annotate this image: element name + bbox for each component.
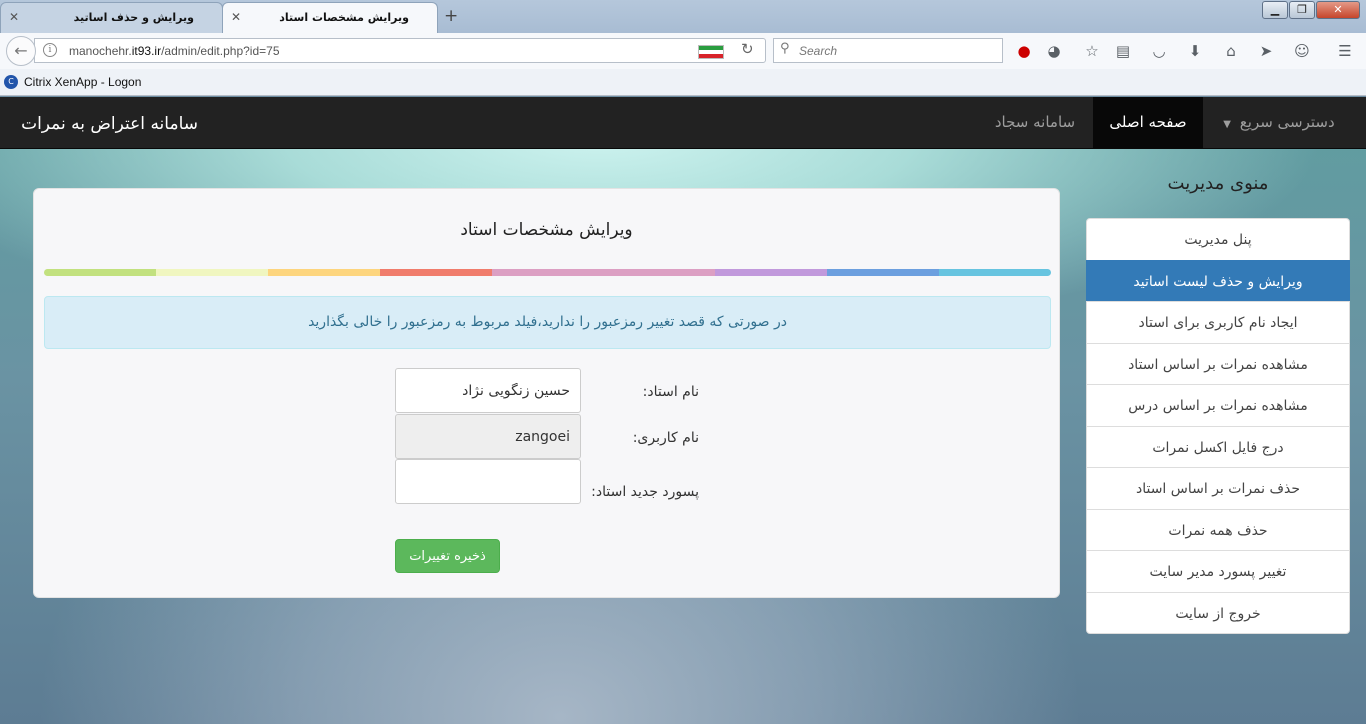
admin-menu-item[interactable]: ایجاد نام کاربری برای استاد xyxy=(1086,301,1350,344)
info-alert: در صورتی که قصد تغییر رمزعبور را ندارید،… xyxy=(44,296,1051,349)
home-icon[interactable]: ⌂ xyxy=(1221,41,1241,61)
url-bar[interactable]: i manochehr.it93.ir/admin/edit.php?id=75… xyxy=(34,38,766,63)
admin-menu-item[interactable]: تغییر پسورد مدیر سایت xyxy=(1086,550,1350,593)
nav-quick-access[interactable]: دسترسی سریع ▼ xyxy=(1204,97,1354,148)
citrix-icon: C xyxy=(4,75,18,89)
url-host: it93.ir xyxy=(131,44,162,58)
download-icon[interactable]: ⬇ xyxy=(1185,41,1205,61)
close-window-button[interactable]: ✕ xyxy=(1316,1,1360,19)
send-icon[interactable]: ➤ xyxy=(1256,41,1276,61)
username-label: نام کاربری: xyxy=(632,430,699,446)
admin-menu-item[interactable]: مشاهده نمرات بر اساس استاد xyxy=(1086,342,1350,385)
tab-title: ویرایش مشخصات استاد xyxy=(279,11,409,24)
menu-icon[interactable]: ☰ xyxy=(1335,41,1355,61)
color-divider xyxy=(44,269,1051,276)
minimize-button[interactable]: ▁ xyxy=(1262,1,1288,19)
edit-teacher-panel: ویرایش مشخصات استاد در صورتی که قصد تغیی… xyxy=(33,188,1060,598)
nav-home[interactable]: صفحه اصلی xyxy=(1093,97,1203,148)
maximize-button[interactable]: ❐ xyxy=(1289,1,1315,19)
nav-home-label: صفحه اصلی xyxy=(1109,113,1187,131)
admin-menu-item[interactable]: حذف نمرات بر اساس استاد xyxy=(1086,467,1350,510)
teacher-name-input[interactable] xyxy=(395,368,581,413)
nav-quick-access-label: دسترسی سریع xyxy=(1239,113,1335,131)
color-divider-segment xyxy=(379,269,492,276)
back-arrow-icon: ← xyxy=(14,41,28,60)
star-icon[interactable]: ☆ xyxy=(1082,41,1102,61)
username-input[interactable] xyxy=(395,414,581,459)
color-divider-segment xyxy=(827,269,940,276)
close-tab-icon[interactable]: ✕ xyxy=(231,10,241,24)
reload-icon[interactable]: ↻ xyxy=(741,40,754,58)
record-icon[interactable]: ● xyxy=(1014,41,1034,61)
panel-title: ویرایش مشخصات استاد xyxy=(460,220,633,240)
new-tab-icon[interactable]: + xyxy=(444,6,458,26)
page-body: سامانه اعتراض به نمرات دسترسی سریع ▼ صفح… xyxy=(0,97,1366,724)
admin-menu-item[interactable]: خروج از سایت xyxy=(1086,591,1350,634)
addon-icon[interactable]: ◕ xyxy=(1044,41,1064,61)
tab-title: ویرایش و حذف اساتید xyxy=(73,11,194,24)
url-text[interactable]: manochehr.it93.ir/admin/edit.php?id=75 xyxy=(69,44,280,58)
tab-edit-teacher[interactable]: ویرایش مشخصات استاد ✕ xyxy=(222,2,438,33)
reading-list-icon[interactable]: ▤ xyxy=(1113,41,1133,61)
search-icon: ⚲ xyxy=(780,41,790,56)
close-tab-icon[interactable]: ✕ xyxy=(9,10,19,24)
admin-menu-item[interactable]: پنل مدیریت xyxy=(1086,218,1350,261)
back-button[interactable]: ← xyxy=(6,36,36,66)
admin-menu-item[interactable]: مشاهده نمرات بر اساس درس xyxy=(1086,384,1350,427)
admin-menu-item[interactable]: ویرایش و حذف لیست اساتید xyxy=(1086,259,1350,302)
browser-navbar: i manochehr.it93.ir/admin/edit.php?id=75… xyxy=(0,33,1366,69)
bookmark-citrix[interactable]: Citrix XenApp - Logon xyxy=(24,75,141,89)
info-icon[interactable]: i xyxy=(43,43,57,57)
teacher-name-label: نام استاد: xyxy=(642,384,699,400)
site-navbar: سامانه اعتراض به نمرات دسترسی سریع ▼ صفح… xyxy=(0,97,1366,149)
save-changes-button[interactable]: ذخیره تغییرات xyxy=(395,539,500,573)
browser-titlebar: ویرایش و حذف اساتید ✕ ویرایش مشخصات استا… xyxy=(0,0,1366,33)
search-placeholder: Search xyxy=(799,44,838,58)
new-password-input[interactable] xyxy=(395,459,581,504)
color-divider-segment xyxy=(44,269,156,276)
url-prefix: manochehr. xyxy=(69,44,132,58)
admin-menu: پنل مدیریت ویرایش و حذف لیست اساتید ایجاد … xyxy=(1086,218,1350,634)
color-divider-segment xyxy=(155,269,268,276)
new-password-label: پسورد جدید استاد: xyxy=(591,484,699,500)
color-divider-segment xyxy=(491,269,716,276)
url-path: /admin/edit.php?id=75 xyxy=(161,44,280,58)
admin-menu-item[interactable]: درج فایل اکسل نمرات xyxy=(1086,425,1350,468)
nav-sajad[interactable]: سامانه سجاد xyxy=(978,97,1092,148)
bookmarks-bar: C Citrix XenApp - Logon xyxy=(0,69,1366,96)
pocket-icon[interactable]: ◡ xyxy=(1149,41,1169,61)
nav-sajad-label: سامانه سجاد xyxy=(994,113,1076,131)
site-brand[interactable]: سامانه اعتراض به نمرات xyxy=(21,114,198,134)
color-divider-segment xyxy=(715,269,828,276)
admin-menu-title: منوی مدیریت xyxy=(1167,173,1269,194)
color-divider-segment xyxy=(939,269,1051,276)
color-divider-segment xyxy=(267,269,380,276)
search-bar[interactable]: ⚲ Search xyxy=(773,38,1003,63)
smiley-icon[interactable]: ☺ xyxy=(1292,41,1312,61)
iran-flag-icon xyxy=(698,45,724,59)
caret-down-icon: ▼ xyxy=(1223,119,1231,130)
tab-teachers-list[interactable]: ویرایش و حذف اساتید ✕ xyxy=(0,2,223,33)
admin-menu-item[interactable]: حذف همه نمرات xyxy=(1086,508,1350,551)
